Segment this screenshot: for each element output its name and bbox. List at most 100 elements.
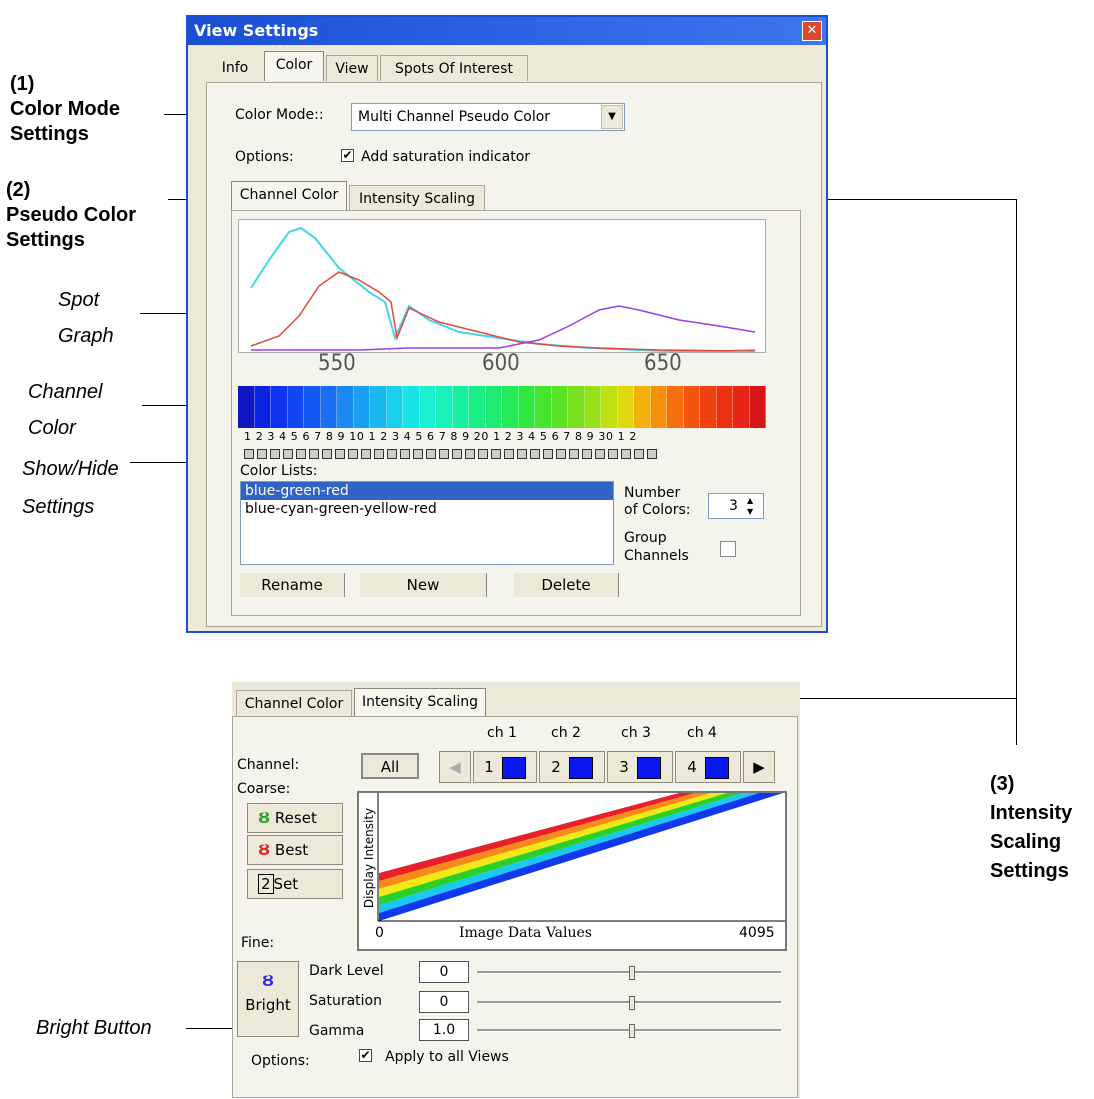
channel-1-swatch [501, 756, 526, 779]
annotation-bright-button: Bright Button [36, 1017, 152, 1039]
channel-button-1[interactable]: 1 [473, 751, 537, 783]
annotation-channel-color: Channel Color [28, 381, 103, 439]
spot-graph-svg [250, 226, 756, 354]
list-item[interactable]: blue-cyan-green-yellow-red [241, 500, 613, 518]
apply-all-label: Apply to all Views [385, 1049, 509, 1065]
view-settings-window: View Settings ✕ Info Color View Spots Of… [186, 15, 828, 633]
main-tabs: Info Color View Spots Of Interest [210, 51, 550, 83]
spinner-arrows-icon[interactable]: ▲ ▼ [747, 495, 753, 517]
annotation-pseudo-color: (2) Pseudo Color Settings [6, 179, 137, 251]
gamma-label: Gamma [309, 1023, 365, 1039]
tab-info[interactable]: Info [210, 55, 260, 81]
channel-numbers: 1 2 3 4 5 6 7 8 9 10 1 2 3 4 5 6 7 8 9 2… [244, 430, 637, 443]
set-button[interactable]: 2 Set [247, 869, 343, 899]
ch-header-2: ch 2 [551, 725, 581, 741]
annotation-show-hide: Show/Hide Settings [22, 458, 119, 518]
new-button[interactable]: New [360, 573, 487, 597]
saturation-label: Add saturation indicator [361, 149, 531, 165]
color-tab-panel: Color Mode:: Multi Channel Pseudo Color … [206, 82, 822, 627]
group-channels-label: Group Channels [624, 530, 689, 564]
dark-level-label: Dark Level [309, 963, 384, 979]
x-axis-label: Image Data Values [459, 925, 592, 941]
group-channels-checkbox[interactable] [720, 541, 736, 557]
channel-label: Channel: [237, 757, 300, 773]
ch-header-3: ch 3 [621, 725, 651, 741]
tab-spots-of-interest[interactable]: Spots Of Interest [380, 55, 528, 81]
all-button[interactable]: All [361, 753, 419, 779]
intensity-scaling-container: Channel Color Intensity Scaling ch 1 ch … [232, 682, 800, 1098]
saturation-thumb[interactable] [629, 996, 635, 1010]
subtab-intensity-scaling-2[interactable]: Intensity Scaling [354, 688, 486, 718]
intensity-panel-body: ch 1 ch 2 ch 3 ch 4 Channel: All ◀ 1 2 3… [232, 716, 798, 1098]
annotation-spot-graph: Spot Graph [58, 289, 114, 347]
fine-label: Fine: [241, 935, 275, 951]
options-label: Options: [235, 149, 294, 165]
spot-series-cyan [250, 226, 756, 354]
number-of-colors-spinner[interactable]: 3 ▲ ▼ [708, 493, 764, 519]
gamma-thumb[interactable] [629, 1024, 635, 1038]
apply-all-checkbox[interactable]: ✔ [359, 1049, 372, 1062]
ch-header-1: ch 1 [487, 725, 517, 741]
title-bar[interactable]: View Settings ✕ [188, 17, 826, 45]
reset-icon: Ȣ [258, 809, 271, 827]
saturation-checkbox[interactable]: ✔ [341, 149, 354, 162]
show-hide-checks[interactable] [244, 447, 772, 459]
channel-color-bar[interactable] [238, 386, 766, 428]
chevron-down-icon[interactable]: ▼ [601, 105, 623, 129]
best-icon: Ȣ [258, 841, 271, 859]
channel-button-2[interactable]: 2 [539, 751, 605, 783]
dark-level-field[interactable]: 0 [419, 961, 469, 983]
pointer-bright-button [186, 1028, 236, 1029]
x-axis-max: 4095 [739, 925, 775, 941]
color-lists-label: Color Lists: [240, 463, 318, 479]
intensity-options-label: Options: [251, 1053, 310, 1069]
subtab-channel-color[interactable]: Channel Color [231, 181, 347, 211]
color-mode-value: Multi Channel Pseudo Color [358, 109, 551, 125]
color-mode-select[interactable]: Multi Channel Pseudo Color ▼ [351, 103, 625, 131]
gamma-field[interactable]: 1.0 [419, 1019, 469, 1041]
rename-button[interactable]: Rename [240, 573, 345, 597]
tab-color[interactable]: Color [264, 51, 324, 81]
close-icon[interactable]: ✕ [802, 21, 822, 41]
y-axis-label: Display Intensity [362, 807, 376, 909]
list-item[interactable]: blue-green-red [241, 482, 613, 500]
reset-button[interactable]: Ȣ Reset [247, 803, 343, 833]
bright-icon: Ȣ [261, 972, 275, 990]
x-tick-600: 600 [482, 351, 520, 376]
intensity-graph: Display Intensity 0 Image Data Values 40… [357, 791, 787, 951]
number-of-colors-label: Number of Colors: [624, 485, 691, 518]
color-lists-listbox[interactable]: blue-green-red blue-cyan-green-yellow-re… [240, 481, 614, 565]
channel-button-3[interactable]: 3 [607, 751, 673, 783]
next-channel-icon[interactable]: ▶ [743, 751, 775, 783]
set-icon: 2 [258, 874, 274, 894]
coarse-label: Coarse: [237, 781, 291, 797]
annotation-color-mode: (1) Color Mode Settings [10, 73, 120, 145]
dark-level-thumb[interactable] [629, 966, 635, 980]
saturation-field[interactable]: 0 [419, 991, 469, 1013]
delete-button[interactable]: Delete [514, 573, 619, 597]
spot-graph [238, 219, 766, 354]
number-of-colors-value: 3 [729, 498, 738, 514]
channel-2-swatch [568, 756, 593, 779]
x-axis-min: 0 [375, 925, 384, 941]
x-tick-550: 550 [318, 351, 356, 376]
channel-4-swatch [704, 756, 729, 779]
subtab-intensity-scaling[interactable]: Intensity Scaling [349, 185, 485, 211]
tab-view[interactable]: View [326, 55, 378, 81]
saturation-field-label: Saturation [309, 993, 382, 1009]
prev-channel-icon[interactable]: ◀ [439, 751, 471, 783]
x-tick-650: 650 [644, 351, 682, 376]
subtab-channel-color-2[interactable]: Channel Color [236, 690, 352, 716]
channel-color-panel: 550 600 650 1 2 3 4 5 6 7 8 9 10 1 2 3 4… [231, 210, 801, 616]
spot-series-purple [251, 305, 756, 351]
spot-graph-axis: 550 600 650 [238, 351, 764, 377]
annotation-intensity: (3) Intensity Scaling Settings [990, 773, 1073, 882]
bright-button[interactable]: Ȣ Bright [237, 961, 299, 1037]
connector-vertical [1016, 199, 1017, 745]
channel-button-4[interactable]: 4 [675, 751, 741, 783]
color-mode-label: Color Mode:: [235, 107, 324, 123]
window-title: View Settings [194, 21, 319, 40]
channel-3-swatch [636, 756, 661, 779]
ch-header-4: ch 4 [687, 725, 717, 741]
best-button[interactable]: Ȣ Best [247, 835, 343, 865]
